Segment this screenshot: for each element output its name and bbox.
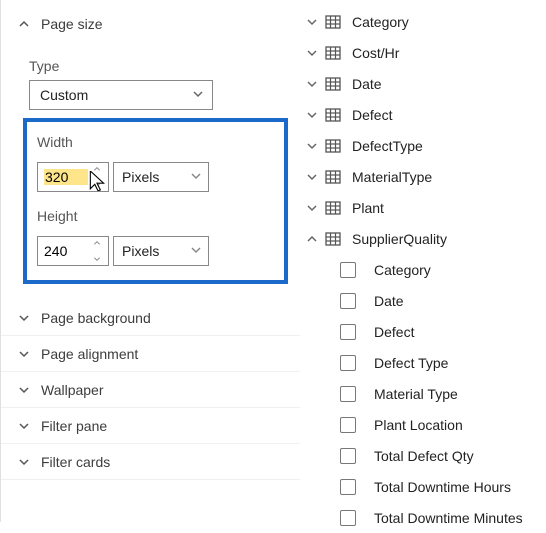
chevron-down-icon bbox=[17, 419, 31, 433]
chevron-down-icon bbox=[304, 16, 320, 28]
field-label: Material Type bbox=[374, 386, 458, 402]
checkbox[interactable] bbox=[340, 293, 356, 309]
section-page-size[interactable]: Page size bbox=[1, 6, 300, 42]
field-label: Total Downtime Minutes bbox=[374, 510, 523, 526]
table-icon bbox=[324, 75, 342, 93]
height-unit-value: Pixels bbox=[122, 243, 159, 259]
table-icon bbox=[324, 106, 342, 124]
chevron-down-icon bbox=[17, 383, 31, 397]
section-page-alignment[interactable]: Page alignment bbox=[1, 336, 300, 372]
checkbox[interactable] bbox=[340, 262, 356, 278]
field-date[interactable]: Date bbox=[300, 285, 546, 316]
section-title: Filter cards bbox=[41, 454, 110, 470]
table-category[interactable]: Category bbox=[300, 6, 546, 37]
checkbox[interactable] bbox=[340, 355, 356, 371]
page-size-body: Type Custom Width bbox=[1, 42, 300, 300]
width-input[interactable] bbox=[37, 162, 109, 192]
chevron-down-icon bbox=[304, 171, 320, 183]
table-label: DefectType bbox=[352, 138, 423, 154]
checkbox[interactable] bbox=[340, 479, 356, 495]
field-label: Defect Type bbox=[374, 355, 448, 371]
table-defect[interactable]: Defect bbox=[300, 99, 546, 130]
field-label: Category bbox=[374, 262, 431, 278]
chevron-down-icon bbox=[17, 311, 31, 325]
table-icon bbox=[324, 137, 342, 155]
table-label: Plant bbox=[352, 200, 384, 216]
checkbox[interactable] bbox=[340, 324, 356, 340]
table-label: Category bbox=[352, 14, 409, 30]
chevron-down-icon bbox=[304, 140, 320, 152]
table-label: Cost/Hr bbox=[352, 45, 399, 61]
type-value: Custom bbox=[40, 87, 88, 103]
chevron-down-icon bbox=[190, 169, 202, 185]
table-materialtype[interactable]: MaterialType bbox=[300, 161, 546, 192]
width-height-group: Width Pixels bbox=[23, 118, 288, 284]
type-select[interactable]: Custom bbox=[29, 80, 213, 110]
chevron-down-icon bbox=[17, 455, 31, 469]
field-label: Total Downtime Hours bbox=[374, 479, 511, 495]
table-supplierquality[interactable]: SupplierQuality bbox=[300, 223, 546, 254]
table-date[interactable]: Date bbox=[300, 68, 546, 99]
table-defecttype[interactable]: DefectType bbox=[300, 130, 546, 161]
section-title: Filter pane bbox=[41, 418, 107, 434]
checkbox[interactable] bbox=[340, 510, 356, 526]
checkbox[interactable] bbox=[340, 417, 356, 433]
checkbox[interactable] bbox=[340, 448, 356, 464]
width-unit-select[interactable]: Pixels bbox=[113, 162, 209, 192]
field-label: Total Defect Qty bbox=[374, 448, 474, 464]
format-pane: Page size Type Custom Width bbox=[0, 0, 300, 522]
section-filter-cards[interactable]: Filter cards bbox=[1, 444, 300, 480]
height-unit-select[interactable]: Pixels bbox=[113, 236, 209, 266]
field-category[interactable]: Category bbox=[300, 254, 546, 285]
table-icon bbox=[324, 168, 342, 186]
table-cost-hr[interactable]: Cost/Hr bbox=[300, 37, 546, 68]
field-label: Plant Location bbox=[374, 417, 463, 433]
field-label: Date bbox=[374, 293, 404, 309]
fields-pane: Category Cost/Hr Date Defect DefectType Mater… bbox=[300, 0, 546, 522]
height-value-field[interactable] bbox=[44, 243, 86, 259]
section-title: Page alignment bbox=[41, 346, 138, 362]
table-icon bbox=[324, 230, 342, 248]
field-defect[interactable]: Defect bbox=[300, 316, 546, 347]
field-plant-location[interactable]: Plant Location bbox=[300, 409, 546, 440]
chevron-down-icon bbox=[304, 202, 320, 214]
chevron-down-icon bbox=[304, 47, 320, 59]
width-value-field[interactable] bbox=[45, 169, 87, 185]
type-label: Type bbox=[29, 58, 284, 74]
chevron-down-icon bbox=[304, 109, 320, 121]
width-label: Width bbox=[37, 134, 73, 150]
height-input[interactable] bbox=[37, 236, 109, 266]
table-label: SupplierQuality bbox=[352, 231, 447, 247]
chevron-up-icon bbox=[17, 17, 31, 31]
field-total-downtime-minutes[interactable]: Total Downtime Minutes bbox=[300, 502, 546, 533]
field-material-type[interactable]: Material Type bbox=[300, 378, 546, 409]
chevron-down-icon bbox=[190, 243, 202, 259]
chevron-down-icon bbox=[304, 78, 320, 90]
section-title: Page background bbox=[41, 310, 151, 326]
height-label: Height bbox=[37, 208, 77, 224]
chevron-down-icon bbox=[17, 347, 31, 361]
field-total-defect-qty[interactable]: Total Defect Qty bbox=[300, 440, 546, 471]
table-icon bbox=[324, 199, 342, 217]
section-title: Wallpaper bbox=[41, 382, 104, 398]
section-filter-pane[interactable]: Filter pane bbox=[1, 408, 300, 444]
field-defect-type[interactable]: Defect Type bbox=[300, 347, 546, 378]
section-page-background[interactable]: Page background bbox=[1, 300, 300, 336]
table-label: Date bbox=[352, 76, 382, 92]
checkbox[interactable] bbox=[340, 386, 356, 402]
spinner-icons[interactable] bbox=[92, 239, 104, 263]
field-total-downtime-hours[interactable]: Total Downtime Hours bbox=[300, 471, 546, 502]
table-label: MaterialType bbox=[352, 169, 432, 185]
width-unit-value: Pixels bbox=[122, 169, 159, 185]
section-title: Page size bbox=[41, 16, 102, 32]
field-label: Defect bbox=[374, 324, 414, 340]
section-wallpaper[interactable]: Wallpaper bbox=[1, 372, 300, 408]
chevron-up-icon bbox=[304, 233, 320, 245]
spinner-icons[interactable] bbox=[92, 165, 104, 189]
table-icon bbox=[324, 13, 342, 31]
table-label: Defect bbox=[352, 107, 392, 123]
chevron-down-icon bbox=[192, 87, 204, 103]
table-icon bbox=[324, 44, 342, 62]
table-plant[interactable]: Plant bbox=[300, 192, 546, 223]
